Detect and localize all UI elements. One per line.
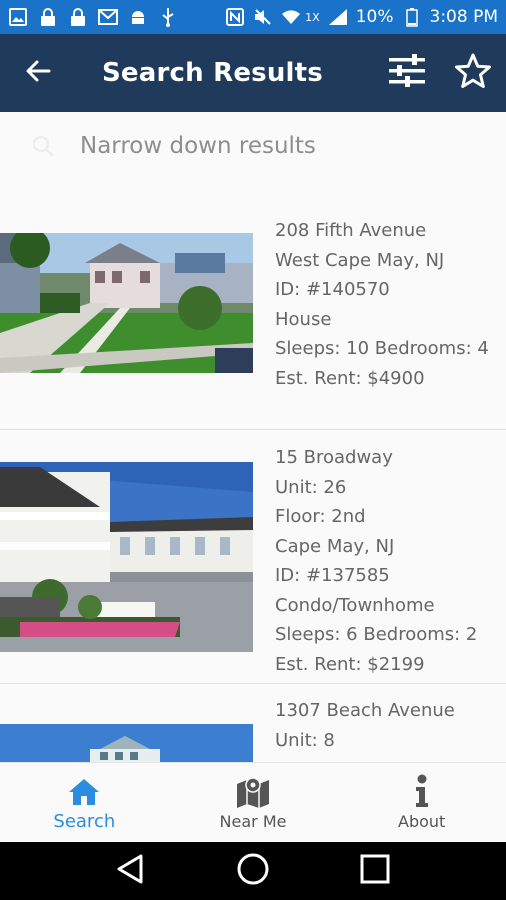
back-button[interactable] xyxy=(0,34,76,112)
star-outline-icon xyxy=(454,52,492,94)
listing-rent: Est. Rent: $2199 xyxy=(275,653,425,675)
battery-percentage: 10% xyxy=(355,7,394,27)
triangle-back-icon xyxy=(115,853,147,889)
signal-icon xyxy=(328,7,348,27)
filter-button[interactable] xyxy=(374,34,440,112)
listing-details: 208 Fifth Avenue West Cape May, NJ ID: #… xyxy=(275,216,496,393)
map-icon xyxy=(236,774,270,808)
listing-unit: Unit: 26 xyxy=(275,476,347,498)
listing-card[interactable]: 208 Fifth Avenue West Cape May, NJ ID: #… xyxy=(0,196,506,430)
listing-photo xyxy=(0,724,253,762)
results-list: 208 Fifth Avenue West Cape May, NJ ID: #… xyxy=(0,196,506,762)
listing-card[interactable]: 1307 Beach Avenue Unit: 8 xyxy=(0,684,506,762)
search-bar xyxy=(0,112,506,180)
listing-city: Cape May, NJ xyxy=(275,535,395,557)
listing-address: 15 Broadway xyxy=(275,447,393,468)
system-back-button[interactable] xyxy=(111,851,151,891)
mute-icon xyxy=(253,7,273,27)
listing-city: West Cape May, NJ xyxy=(275,249,445,271)
listing-type: House xyxy=(275,308,332,330)
listing-id: ID: #140570 xyxy=(275,279,390,300)
square-recents-icon xyxy=(359,853,391,889)
image-icon xyxy=(8,7,28,27)
nfc-icon xyxy=(225,7,245,27)
lock-icon xyxy=(68,7,88,27)
listing-floor: Floor: 2nd xyxy=(275,506,366,527)
mail-icon xyxy=(98,7,118,27)
listing-capacity: Sleeps: 10 Bedrooms: 4 xyxy=(275,338,489,359)
listing-capacity: Sleeps: 6 Bedrooms: 2 xyxy=(275,624,478,645)
bottom-navigation: Search Near Me About xyxy=(0,762,506,842)
status-bar: 1X 10% 3:08 PM xyxy=(0,0,506,34)
listing-card[interactable]: 15 Broadway Unit: 26 Floor: 2nd Cape May… xyxy=(0,430,506,684)
listing-photo xyxy=(0,462,253,652)
listing-photo xyxy=(0,233,253,373)
listing-type: Condo/Townhome xyxy=(275,594,435,616)
wifi-icon xyxy=(281,7,301,27)
system-navigation-bar xyxy=(0,842,506,900)
sliders-icon xyxy=(388,54,426,92)
nav-tab-about[interactable]: About xyxy=(337,763,506,842)
nav-tab-label: About xyxy=(398,812,446,831)
battery-icon xyxy=(402,7,422,27)
nav-tab-near-me[interactable]: Near Me xyxy=(169,763,338,842)
search-icon xyxy=(26,129,60,163)
system-indicators: 1X 10% 3:08 PM xyxy=(225,7,498,27)
listing-unit: Unit: 8 xyxy=(275,729,335,751)
network-type: 1X xyxy=(305,10,320,24)
favorites-button[interactable] xyxy=(440,34,506,112)
listing-id: ID: #137585 xyxy=(275,565,390,586)
listing-details: 1307 Beach Avenue Unit: 8 xyxy=(275,696,496,755)
app-bar: Search Results xyxy=(0,34,506,112)
system-home-button[interactable] xyxy=(233,851,273,891)
nav-tab-search[interactable]: Search xyxy=(0,763,169,842)
system-recents-button[interactable] xyxy=(355,851,395,891)
search-input[interactable] xyxy=(80,133,460,159)
usb-icon xyxy=(158,7,178,27)
listing-address: 1307 Beach Avenue xyxy=(275,700,455,721)
listing-rent: Est. Rent: $4900 xyxy=(275,367,425,389)
page-title: Search Results xyxy=(102,58,323,88)
listing-details: 15 Broadway Unit: 26 Floor: 2nd Cape May… xyxy=(275,443,496,679)
circle-home-icon xyxy=(236,852,270,890)
arrow-back-icon xyxy=(25,58,51,88)
home-icon xyxy=(67,773,101,807)
notification-icons xyxy=(8,7,178,27)
clock: 3:08 PM xyxy=(429,7,499,27)
nav-tab-label: Search xyxy=(53,811,116,832)
app-screen: 1X 10% 3:08 PM Search Results Narrow dow… xyxy=(0,0,506,900)
info-icon xyxy=(414,774,430,808)
app-bar-actions xyxy=(374,34,506,112)
listing-address: 208 Fifth Avenue xyxy=(275,220,427,241)
android-icon xyxy=(128,7,148,27)
lock-icon xyxy=(38,7,58,27)
nav-tab-label: Near Me xyxy=(219,812,287,831)
